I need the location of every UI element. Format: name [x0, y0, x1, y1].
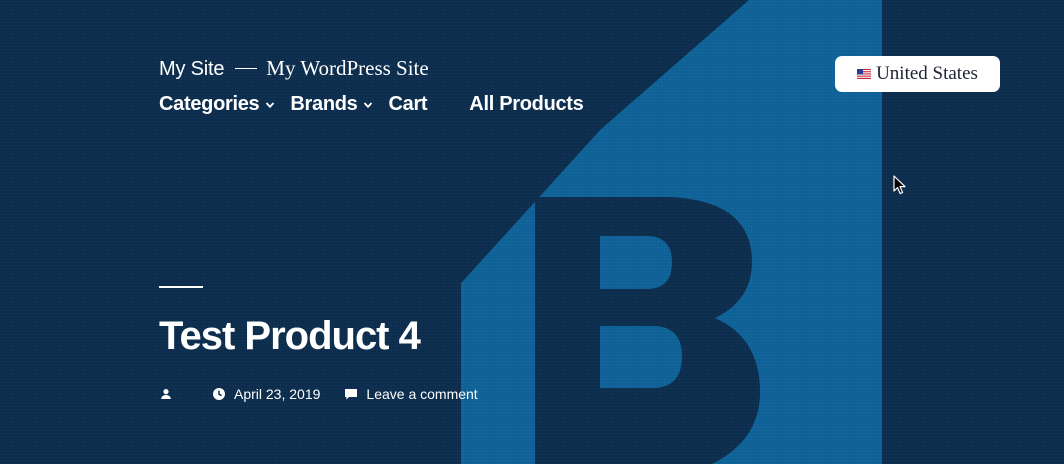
user-icon [161, 389, 171, 399]
nav-item-categories[interactable]: Categories [159, 90, 275, 118]
leave-comment-link[interactable]: Leave a comment [366, 386, 477, 402]
post-author[interactable] [159, 387, 181, 401]
nav-item-label: Categories [159, 92, 260, 115]
nav-item-all-products[interactable]: All Products [469, 90, 584, 118]
country-selector-button[interactable]: United States [835, 56, 1000, 92]
title-divider [159, 286, 203, 288]
nav-item-label: Cart [388, 92, 428, 115]
primary-navigation: Categories Brands Cart All Products [159, 90, 584, 118]
comment-icon [345, 389, 358, 400]
post-date-text[interactable]: April 23, 2019 [234, 386, 320, 402]
page-title: Test Product 4 [159, 314, 421, 358]
site-title-separator [235, 67, 258, 69]
site-branding: My Site My WordPress Site [159, 56, 429, 81]
country-selector-label: United States [876, 63, 978, 84]
post-meta: April 23, 2019 Leave a comment [159, 386, 478, 402]
nav-item-brands[interactable]: Brands [290, 90, 373, 118]
site-title[interactable]: My Site [159, 58, 224, 81]
nav-item-cart[interactable]: Cart [388, 90, 427, 118]
post-date[interactable]: April 23, 2019 [212, 386, 320, 402]
us-flag-icon [857, 69, 872, 79]
mouse-pointer-icon [893, 175, 906, 195]
chevron-down-icon[interactable] [265, 100, 275, 110]
post-comments[interactable]: Leave a comment [344, 386, 478, 402]
chevron-down-icon[interactable] [363, 100, 373, 110]
clock-icon [213, 388, 225, 400]
nav-item-label: Brands [290, 92, 358, 115]
site-description: My WordPress Site [266, 56, 429, 80]
nav-item-label: All Products [469, 92, 584, 115]
